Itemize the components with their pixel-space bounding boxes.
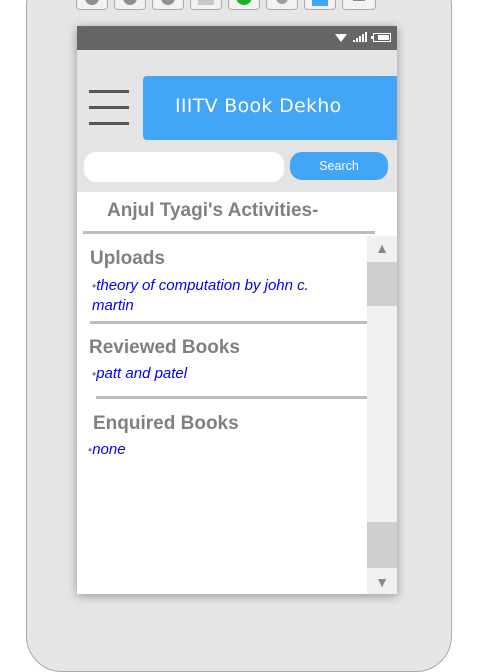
divider: [96, 396, 378, 399]
search-button[interactable]: Search: [290, 152, 388, 180]
status-bar: [77, 26, 397, 50]
battery-icon: [371, 32, 391, 42]
toolbar-circle-icon[interactable]: [266, 0, 298, 10]
reviewed-book-link[interactable]: patt and patel: [96, 365, 187, 382]
toolbar-gear-icon[interactable]: [114, 0, 146, 10]
reviewed-books-title: Reviewed Books: [89, 337, 240, 358]
toolbar-gear-icon[interactable]: [152, 0, 184, 10]
toolbar-page-icon[interactable]: [190, 0, 222, 10]
scroll-up-icon[interactable]: ▲: [367, 236, 397, 260]
wifi-icon: [335, 31, 347, 43]
phone-screen: IIITV Book Dekho Search Anjul Tyagi's Ac…: [77, 26, 397, 594]
activities-title: Anjul Tyagi's Activities-: [107, 200, 319, 221]
toolbar-green-circle-icon[interactable]: [228, 0, 260, 10]
uploads-title: Uploads: [90, 248, 165, 269]
editor-toolbar: [76, 0, 376, 12]
scrollbar-thumb-lower[interactable]: [367, 522, 397, 568]
app-title: IIITV Book Dekho: [143, 76, 397, 140]
activities-list: Uploads •theory of computation by john c…: [77, 236, 378, 594]
toolbar-blue-square-icon[interactable]: [304, 0, 336, 10]
scroll-down-icon[interactable]: ▼: [367, 570, 397, 594]
divider: [83, 231, 375, 234]
toolbar-gear-icon[interactable]: [76, 0, 108, 10]
search-row: Search: [77, 142, 397, 192]
toolbar-dropdown-icon[interactable]: [342, 0, 376, 10]
scrollbar-thumb[interactable]: [367, 262, 397, 306]
menu-icon[interactable]: [89, 90, 129, 126]
search-input[interactable]: [84, 152, 284, 182]
enquired-books-title: Enquired Books: [93, 413, 239, 434]
signal-icon: [353, 32, 367, 42]
scrollbar[interactable]: ▲ ▼: [367, 236, 397, 594]
spacer: [77, 50, 397, 76]
list-item[interactable]: •theory of computation by john c. martin: [92, 276, 342, 315]
list-item[interactable]: •none: [88, 440, 126, 460]
list-item[interactable]: •patt and patel: [92, 364, 187, 384]
app-header: IIITV Book Dekho: [77, 76, 397, 142]
divider: [90, 321, 372, 324]
enquired-book-link[interactable]: none: [92, 441, 125, 458]
uploaded-book-link[interactable]: theory of computation by john c. martin: [92, 277, 309, 314]
